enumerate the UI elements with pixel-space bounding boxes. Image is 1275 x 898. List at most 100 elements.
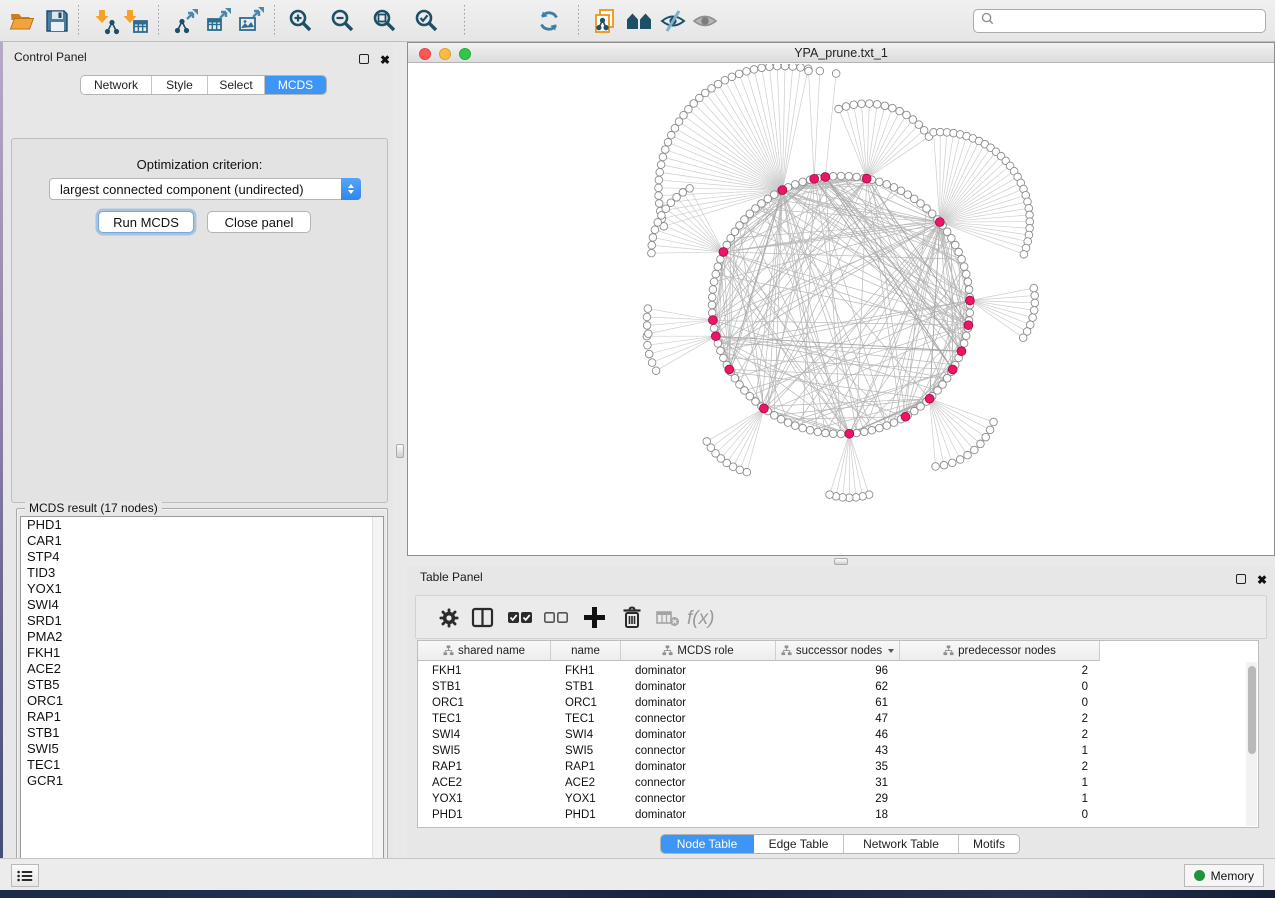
ring-node[interactable]	[962, 332, 970, 340]
column-header-MCDS-role[interactable]: MCDS role	[621, 641, 776, 661]
leaf-node[interactable]	[655, 184, 663, 192]
node-table[interactable]: shared namenameMCDS rolesuccessor nodesp…	[417, 640, 1259, 828]
float-panel-icon[interactable]	[359, 51, 369, 69]
leaf-node[interactable]	[766, 64, 774, 71]
mcds-hub-node[interactable]	[845, 429, 854, 438]
hide-selected-icon[interactable]	[658, 6, 688, 36]
result-node-item[interactable]: ACE2	[21, 661, 383, 677]
leaf-node[interactable]	[971, 446, 979, 454]
leaf-node[interactable]	[644, 341, 652, 349]
table-row[interactable]: SWI5SWI5connector431	[418, 743, 1258, 759]
table-row[interactable]: STB1STB1dominator620	[418, 679, 1258, 695]
ring-node[interactable]	[868, 426, 876, 434]
leaf-node[interactable]	[832, 70, 840, 78]
run-mcds-button[interactable]: Run MCDS	[98, 211, 194, 233]
select-all-icon[interactable]	[506, 603, 534, 633]
leaf-node[interactable]	[850, 101, 858, 109]
ring-node[interactable]	[791, 181, 799, 189]
ring-node[interactable]	[822, 429, 830, 437]
leaf-node[interactable]	[940, 461, 948, 469]
leaf-node[interactable]	[986, 426, 994, 434]
leaf-node[interactable]	[656, 168, 664, 176]
tab-edge-table[interactable]: Edge Table	[754, 835, 844, 853]
mcds-hub-node[interactable]	[760, 404, 769, 413]
mcds-hub-node[interactable]	[964, 321, 973, 330]
leaf-node[interactable]	[644, 305, 652, 313]
mcds-hub-node[interactable]	[901, 412, 910, 421]
mcds-hub-node[interactable]	[708, 316, 717, 325]
tab-node-table[interactable]: Node Table	[661, 835, 754, 853]
leaf-node[interactable]	[703, 438, 711, 446]
leaf-node[interactable]	[721, 76, 729, 84]
table-row[interactable]: SWI4SWI4dominator462	[418, 727, 1258, 743]
ring-node[interactable]	[960, 263, 968, 271]
ring-node[interactable]	[955, 248, 963, 256]
ring-node[interactable]	[717, 347, 725, 355]
column-header-shared-name[interactable]: shared name	[418, 641, 551, 661]
ring-node[interactable]	[829, 172, 837, 180]
leaf-node[interactable]	[835, 105, 843, 113]
ring-node[interactable]	[720, 354, 728, 362]
leaf-node[interactable]	[889, 104, 897, 112]
search-input[interactable]	[999, 13, 1265, 29]
result-node-item[interactable]: RAP1	[21, 709, 383, 725]
show-all-icon[interactable]	[690, 6, 720, 36]
table-row[interactable]: FKH1FKH1dominator962	[418, 663, 1258, 679]
zoom-out-icon[interactable]	[328, 6, 358, 36]
leaf-node[interactable]	[842, 103, 850, 111]
add-column-icon[interactable]	[581, 603, 609, 633]
ring-node[interactable]	[784, 419, 792, 427]
leaf-node[interactable]	[648, 359, 656, 367]
leaf-node[interactable]	[679, 189, 687, 197]
leaf-node[interactable]	[956, 456, 964, 464]
table-row[interactable]: PHD1PHD1dominator180	[418, 807, 1258, 823]
mcds-hub-node[interactable]	[711, 332, 720, 341]
leaf-node[interactable]	[659, 153, 667, 161]
gear-icon[interactable]	[437, 603, 465, 633]
ring-node[interactable]	[837, 172, 845, 180]
ring-node[interactable]	[710, 324, 718, 332]
leaf-node[interactable]	[1030, 307, 1038, 315]
result-node-item[interactable]: CAR1	[21, 533, 383, 549]
table-row[interactable]: ORC1ORC1dominator610	[418, 695, 1258, 711]
first-neighbors-icon[interactable]	[624, 6, 654, 36]
zoom-in-icon[interactable]	[286, 6, 316, 36]
delete-column-icon[interactable]	[618, 603, 646, 633]
result-node-item[interactable]: PHD1	[21, 517, 383, 533]
leaf-node[interactable]	[932, 463, 940, 471]
result-node-item[interactable]: STB5	[21, 677, 383, 693]
leaf-node[interactable]	[1020, 251, 1028, 259]
ring-node[interactable]	[814, 428, 822, 436]
ring-node[interactable]	[770, 191, 778, 199]
leaf-node[interactable]	[728, 73, 736, 81]
leaf-node[interactable]	[866, 100, 874, 108]
leaf-node[interactable]	[977, 440, 985, 448]
ring-node[interactable]	[965, 286, 973, 294]
tab-select[interactable]: Select	[208, 76, 265, 94]
leaf-node[interactable]	[655, 176, 663, 184]
mcds-hub-node[interactable]	[862, 174, 871, 183]
leaf-node[interactable]	[990, 418, 998, 426]
export-image-icon[interactable]	[236, 6, 266, 36]
import-table-icon[interactable]	[120, 6, 150, 36]
leaf-node[interactable]	[781, 64, 789, 70]
result-node-item[interactable]: SWI4	[21, 597, 383, 613]
save-session-icon[interactable]	[42, 6, 72, 36]
table-row[interactable]: ACE2ACE2connector311	[418, 775, 1258, 791]
tab-style[interactable]: Style	[152, 76, 208, 94]
ring-node[interactable]	[876, 178, 884, 186]
column-layout-icon[interactable]	[470, 603, 498, 633]
leaf-node[interactable]	[664, 138, 672, 146]
export-table-icon[interactable]	[204, 6, 234, 36]
network-window-titlebar[interactable]: YPA_prune.txt_1	[408, 43, 1274, 63]
mcds-hub-node[interactable]	[778, 186, 787, 195]
result-node-item[interactable]: ORC1	[21, 693, 383, 709]
result-node-item[interactable]: SWI5	[21, 741, 383, 757]
table-scrollbar[interactable]	[1246, 662, 1257, 826]
leaf-node[interactable]	[686, 185, 694, 193]
task-history-button[interactable]	[11, 864, 39, 887]
leaf-node[interactable]	[881, 102, 889, 110]
leaf-node[interactable]	[652, 367, 660, 375]
tab-motifs[interactable]: Motifs	[959, 835, 1019, 853]
table-row[interactable]: RAP1RAP1dominator352	[418, 759, 1258, 775]
